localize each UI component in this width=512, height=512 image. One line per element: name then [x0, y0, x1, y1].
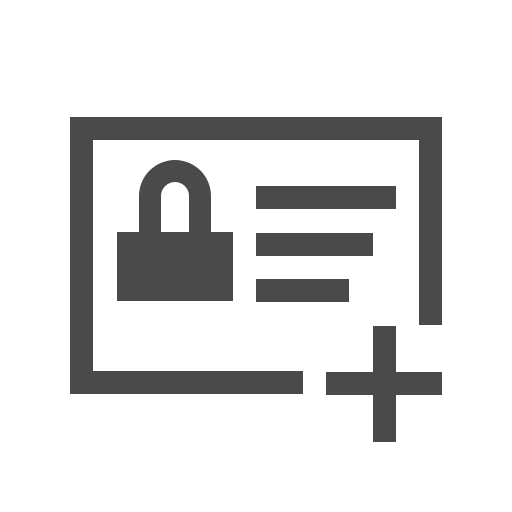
lock-body [117, 232, 233, 301]
card-frame-bottom [70, 371, 303, 394]
card-frame-left [70, 117, 93, 394]
plus-horizontal [326, 372, 442, 395]
text-line-1 [256, 186, 396, 209]
lock-icon [117, 160, 233, 301]
card-frame-top [70, 117, 442, 140]
text-line-2 [256, 233, 373, 256]
text-lines [256, 186, 396, 302]
lock-shackle [139, 160, 211, 232]
text-line-3 [256, 279, 349, 302]
add-secure-credential-icon [0, 0, 512, 512]
card-frame-right [419, 117, 442, 325]
plus-icon [326, 326, 442, 442]
add-credential-glyph [70, 117, 442, 442]
